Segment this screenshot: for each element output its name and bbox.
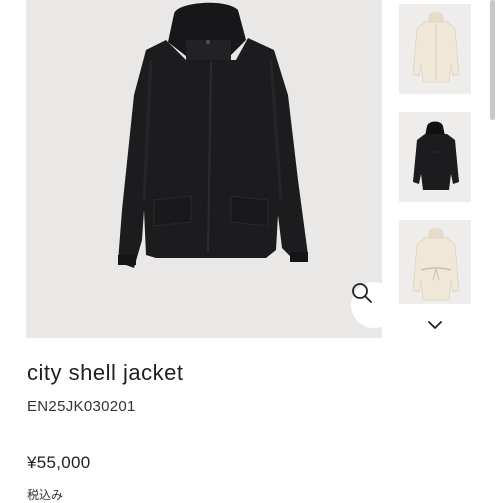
chevron-down-icon: [427, 317, 443, 335]
jacket-thumbnail-image: [412, 227, 460, 301]
thumbnail-ivory-back-belted[interactable]: [399, 220, 471, 304]
product-code: EN25JK030201: [27, 398, 136, 415]
main-product-image[interactable]: [26, 0, 382, 338]
product-price: ¥55,000: [27, 453, 91, 472]
thumbnail-ivory-front[interactable]: [399, 4, 471, 94]
thumbnail-black-back[interactable]: [399, 112, 471, 202]
jacket-illustration: [118, 2, 308, 268]
product-name: city shell jacket: [27, 360, 184, 385]
jacket-thumbnail-image: [412, 11, 460, 83]
more-thumbnails-button[interactable]: [425, 318, 445, 334]
tax-note: 税込み: [27, 488, 64, 502]
scrollbar[interactable]: [490, 0, 495, 120]
jacket-thumbnail-image: [413, 121, 459, 190]
